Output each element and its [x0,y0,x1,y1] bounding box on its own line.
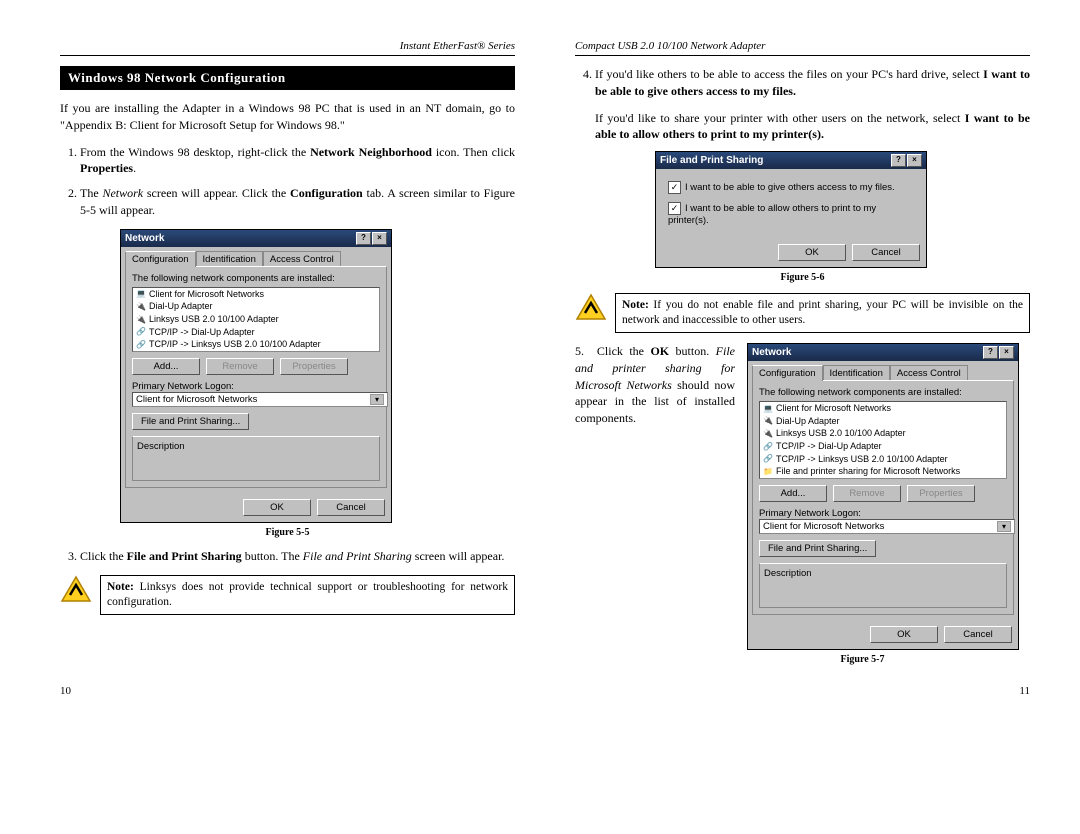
network-dialog-fig5-7: Network ? × Configuration Identification… [747,343,1019,650]
note-1: Note: Linksys does not provide technical… [100,575,515,615]
step-3: Click the File and Print Sharing button.… [80,548,515,565]
page-header-left: Instant EtherFast® Series [60,40,515,56]
checkbox-share-files[interactable]: ✓I want to be able to give others access… [664,177,918,198]
components-list[interactable]: 💻Client for Microsoft Networks 🔌Dial-Up … [132,287,380,352]
warning-icon [60,575,92,603]
intro-text: If you are installing the Adapter in a W… [60,100,515,134]
components-label: The following network components are ins… [759,387,1007,398]
dialog-title: File and Print Sharing [660,155,763,166]
logon-label: Primary Network Logon: [759,508,1007,519]
components-list[interactable]: 💻Client for Microsoft Networks 🔌Dial-Up … [759,401,1007,479]
cancel-button[interactable]: Cancel [317,499,385,516]
page-number-right: 11 [1019,685,1030,697]
properties-button[interactable]: Properties [907,485,975,502]
file-print-sharing-dialog: File and Print Sharing ? × ✓I want to be… [655,151,927,268]
add-button[interactable]: Add... [759,485,827,502]
figure-5-7-caption: Figure 5-7 [695,654,1030,665]
logon-select[interactable]: Client for Microsoft Networks▾ [759,519,1015,534]
step-4: If you'd like others to be able to acces… [595,66,1030,100]
close-icon[interactable]: × [999,346,1014,359]
chevron-down-icon: ▾ [370,394,384,405]
cancel-button[interactable]: Cancel [852,244,920,261]
help-icon[interactable]: ? [356,232,371,245]
page-header-right: Compact USB 2.0 10/100 Network Adapter [575,40,1030,56]
checkbox-share-printers[interactable]: ✓I want to be able to allow others to pr… [664,198,918,230]
tab-access-control[interactable]: Access Control [890,365,968,381]
remove-button[interactable]: Remove [833,485,901,502]
step-5: 5. Click the OK button. File and printer… [575,343,735,427]
figure-5-6-caption: Figure 5-6 [575,272,1030,283]
tab-identification[interactable]: Identification [823,365,890,381]
description-label: Description [764,568,1002,579]
section-title: Windows 98 Network Configuration [60,66,515,90]
dialog-title: Network [752,347,791,358]
tab-access-control[interactable]: Access Control [263,251,341,267]
ok-button[interactable]: OK [870,626,938,643]
remove-button[interactable]: Remove [206,358,274,375]
network-dialog-fig5-5: Network ? × Configuration Identification… [120,229,392,523]
page-number-left: 10 [60,685,71,697]
logon-label: Primary Network Logon: [132,381,380,392]
tab-configuration[interactable]: Configuration [125,251,196,267]
step-2: The Network screen will appear. Click th… [80,185,515,219]
cancel-button[interactable]: Cancel [944,626,1012,643]
components-label: The following network components are ins… [132,273,380,284]
file-print-sharing-button[interactable]: File and Print Sharing... [759,540,876,557]
description-label: Description [137,441,375,452]
step-1: From the Windows 98 desktop, right-click… [80,144,515,178]
figure-5-5-caption: Figure 5-5 [60,527,515,538]
logon-select[interactable]: Client for Microsoft Networks▾ [132,392,388,407]
dialog-title: Network [125,233,164,244]
file-print-sharing-button[interactable]: File and Print Sharing... [132,413,249,430]
close-icon[interactable]: × [907,154,922,167]
warning-icon [575,293,607,321]
add-button[interactable]: Add... [132,358,200,375]
ok-button[interactable]: OK [243,499,311,516]
note-2: Note: If you do not enable file and prin… [615,293,1030,333]
step-4-cont: If you'd like to share your printer with… [595,110,1030,144]
chevron-down-icon: ▾ [997,521,1011,532]
tab-identification[interactable]: Identification [196,251,263,267]
help-icon[interactable]: ? [891,154,906,167]
properties-button[interactable]: Properties [280,358,348,375]
help-icon[interactable]: ? [983,346,998,359]
tab-configuration[interactable]: Configuration [752,365,823,381]
ok-button[interactable]: OK [778,244,846,261]
close-icon[interactable]: × [372,232,387,245]
